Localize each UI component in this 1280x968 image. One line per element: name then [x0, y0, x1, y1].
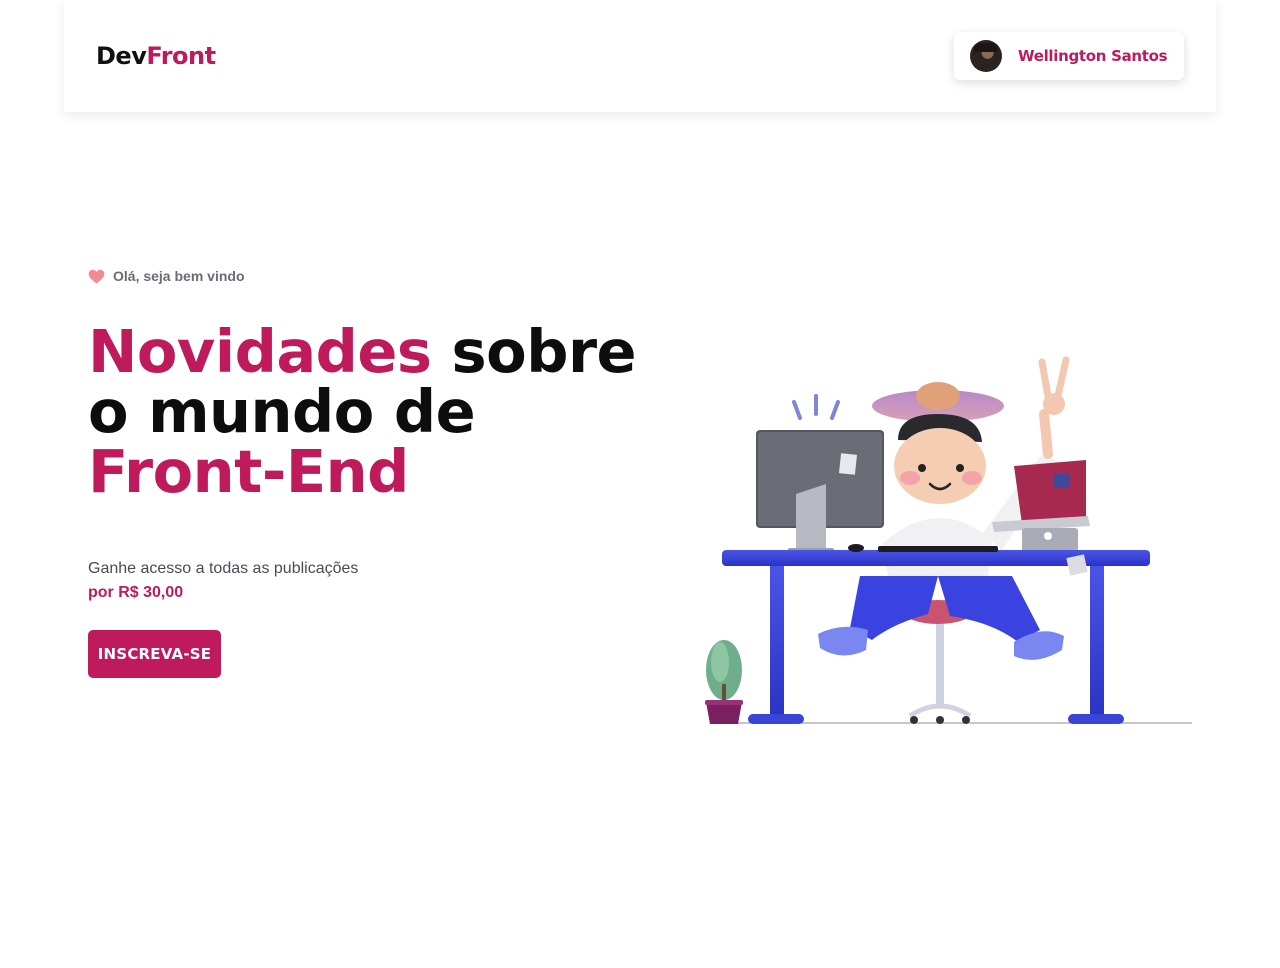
page-title: Novidades sobre o mundo de Front-End [88, 322, 648, 502]
developer-at-desk-illustration [705, 356, 1192, 724]
logo-dev: Dev [96, 42, 147, 70]
welcome-text: Olá, seja bem vindo [113, 268, 245, 284]
headline-accent-frontend: Front-End [88, 437, 409, 506]
headline-accent-novidades: Novidades [88, 317, 432, 386]
headline-text-mundo: o mundo de [88, 377, 476, 446]
logo-front: Front [146, 42, 216, 70]
subtitle: Ganhe acesso a todas as publicações [88, 560, 359, 577]
logo[interactable]: DevFront [96, 40, 216, 72]
welcome-message: Olá, seja bem vindo [88, 266, 245, 286]
user-profile-button[interactable]: Wellington Santos [954, 32, 1184, 80]
headline-text-sobre: sobre [431, 317, 637, 386]
subscribe-button[interactable]: INSCREVA-SE [88, 630, 221, 678]
site-header: DevFront Wellington Santos [64, 0, 1216, 112]
price: por R$ 30,00 [88, 584, 184, 601]
heart-icon [88, 269, 105, 284]
user-name: Wellington Santos [1018, 47, 1168, 65]
avatar [970, 40, 1002, 72]
